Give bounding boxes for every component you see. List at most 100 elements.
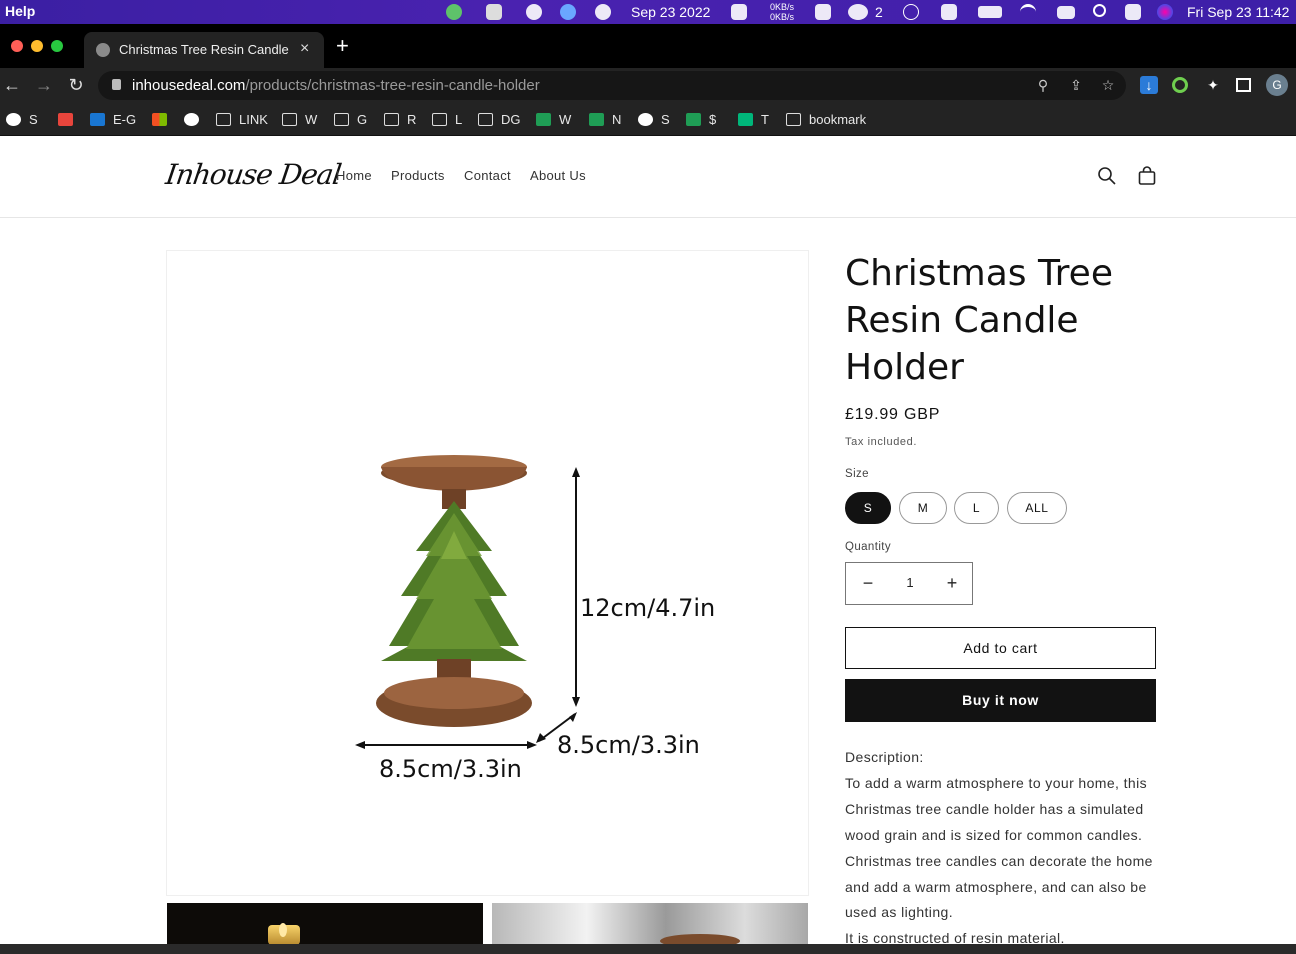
quantity-input[interactable]: 1 [890, 575, 930, 590]
folder-icon [384, 112, 399, 126]
tab-title: Christmas Tree Resin Candle Holder [119, 42, 289, 57]
folder-icon [216, 112, 231, 126]
add-to-cart-button[interactable]: Add to cart [845, 627, 1156, 669]
bookmark-item[interactable]: LINK [216, 110, 268, 128]
folder-icon [432, 112, 447, 126]
decrease-quantity-button[interactable]: − [858, 573, 878, 593]
bookmark-item[interactable]: R [384, 110, 416, 128]
help-menu[interactable]: Help [5, 3, 35, 19]
minimize-window-button[interactable] [31, 40, 43, 52]
side-panel-icon[interactable] [1236, 78, 1251, 92]
bookmark-item[interactable]: L [432, 110, 462, 128]
network-speed-widget[interactable]: 0KB/s 0KB/s [770, 2, 794, 22]
time-machine-icon[interactable] [903, 4, 919, 20]
window-bottom-edge [0, 944, 1296, 954]
menubar-clock[interactable]: Fri Sep 23 11:42 [1187, 4, 1289, 20]
cart-icon[interactable] [1137, 166, 1157, 186]
globe-icon [184, 112, 199, 126]
line-app-icon[interactable] [446, 4, 462, 20]
reload-button[interactable]: ↻ [64, 73, 88, 97]
browser-toolbar: ← → ↻ inhousedeal.com/products/christmas… [0, 68, 1296, 102]
bookmark-label: LINK [239, 111, 268, 127]
quantity-stepper: − 1 + [845, 562, 973, 605]
nav-about-us[interactable]: About Us [530, 168, 586, 183]
bookmark-item[interactable]: S [638, 110, 670, 128]
outlook-icon [90, 112, 105, 126]
star-icon [738, 112, 753, 126]
lock-icon[interactable] [112, 79, 121, 90]
address-bar[interactable]: inhousedeal.com/products/christmas-tree-… [98, 71, 1126, 100]
size-option-s[interactable]: S [845, 492, 891, 524]
increase-quantity-button[interactable]: + [942, 573, 962, 593]
wechat-count: 2 [875, 4, 883, 20]
size-option-all[interactable]: ALL [1007, 492, 1067, 524]
wechat-icon[interactable] [848, 4, 868, 20]
checkmark-app-icon[interactable] [815, 4, 831, 20]
size-option-m[interactable]: M [899, 492, 947, 524]
url-path: /products/christmas-tree-resin-candle-ho… [245, 77, 540, 94]
search-icon[interactable] [1097, 166, 1117, 186]
close-tab-icon[interactable]: × [300, 40, 309, 58]
input-method-icon[interactable] [941, 4, 957, 20]
bookmark-item[interactable]: bookmark [786, 110, 866, 128]
product-price: £19.99 GBP [845, 406, 941, 423]
active-tab[interactable]: Christmas Tree Resin Candle Holder × [84, 32, 324, 68]
forward-button[interactable]: → [32, 73, 56, 97]
microsoft-icon [152, 112, 167, 126]
search-spotlight-icon[interactable] [1093, 4, 1106, 17]
bull-app-icon[interactable] [486, 4, 502, 20]
profile-avatar[interactable]: G [1266, 74, 1288, 96]
arrow-app-icon[interactable] [595, 4, 611, 20]
zoom-window-button[interactable] [51, 40, 63, 52]
bookmark-item[interactable]: S [6, 110, 38, 128]
wifi-icon[interactable] [1020, 4, 1036, 20]
bookmark-item[interactable]: W [536, 110, 571, 128]
puzzle-extensions-icon[interactable]: ✦ [1204, 76, 1222, 94]
cat-app-icon[interactable] [731, 4, 747, 20]
bookmark-label: G [357, 111, 368, 127]
battery-icon[interactable] [978, 6, 1002, 18]
bookmark-item[interactable]: T [738, 110, 769, 128]
menubar-date-widget[interactable]: Sep 23 2022 [631, 4, 710, 20]
share-icon[interactable]: ⇪ [1068, 77, 1084, 93]
size-option-l[interactable]: L [954, 492, 999, 524]
bookmark-item[interactable]: DG [478, 110, 521, 128]
circle-extension-icon[interactable] [1172, 77, 1188, 93]
url-host: inhousedeal.com [132, 77, 246, 94]
download-extension-icon[interactable]: ↓ [1140, 76, 1158, 94]
siri-icon[interactable] [1157, 4, 1173, 20]
control-center-icon[interactable] [1125, 4, 1141, 20]
teamviewer-icon[interactable] [560, 4, 576, 20]
bookmark-star-icon[interactable]: ☆ [1100, 77, 1116, 93]
buy-it-now-button[interactable]: Buy it now [845, 679, 1156, 722]
bookmark-label: W [559, 111, 572, 127]
bookmark-item[interactable] [58, 110, 81, 128]
zoom-icon[interactable]: ⚲ [1035, 77, 1051, 93]
bookmark-item[interactable] [152, 110, 175, 128]
keyboard-icon[interactable] [1057, 6, 1075, 19]
url-text[interactable]: inhousedeal.com/products/christmas-tree-… [132, 77, 540, 94]
site-logo[interactable]: Inhouse Deal [164, 158, 343, 191]
bookmark-item[interactable]: G [334, 110, 367, 128]
bookmark-item[interactable]: W [282, 110, 317, 128]
bookmark-item[interactable]: E-G [90, 110, 136, 128]
sheet-icon [589, 112, 604, 126]
nav-home[interactable]: Home [336, 168, 372, 183]
bookmark-item[interactable] [184, 110, 207, 128]
back-button[interactable]: ← [0, 73, 24, 97]
nav-contact[interactable]: Contact [464, 168, 511, 183]
description-body: To add a warm atmosphere to your home, t… [845, 774, 1153, 921]
net-down-text: 0KB/s [770, 12, 795, 22]
candle-holder-illustration: 12cm/4.7in 8.5cm/3.3in 8.5cm/3.3in [355, 455, 715, 783]
nav-products[interactable]: Products [391, 168, 445, 183]
bookmark-label: W [305, 111, 318, 127]
bookmark-item[interactable]: N [589, 110, 621, 128]
close-window-button[interactable] [11, 40, 23, 52]
bookmark-item[interactable]: $ [686, 110, 716, 128]
bookmark-label: $ [709, 111, 717, 127]
product-main-image[interactable]: 12cm/4.7in 8.5cm/3.3in 8.5cm/3.3in [166, 250, 809, 896]
bookmark-label: L [455, 111, 463, 127]
notification-bell-icon[interactable] [526, 4, 542, 20]
new-tab-button[interactable]: + [336, 35, 349, 57]
bookmark-label: R [407, 111, 417, 127]
